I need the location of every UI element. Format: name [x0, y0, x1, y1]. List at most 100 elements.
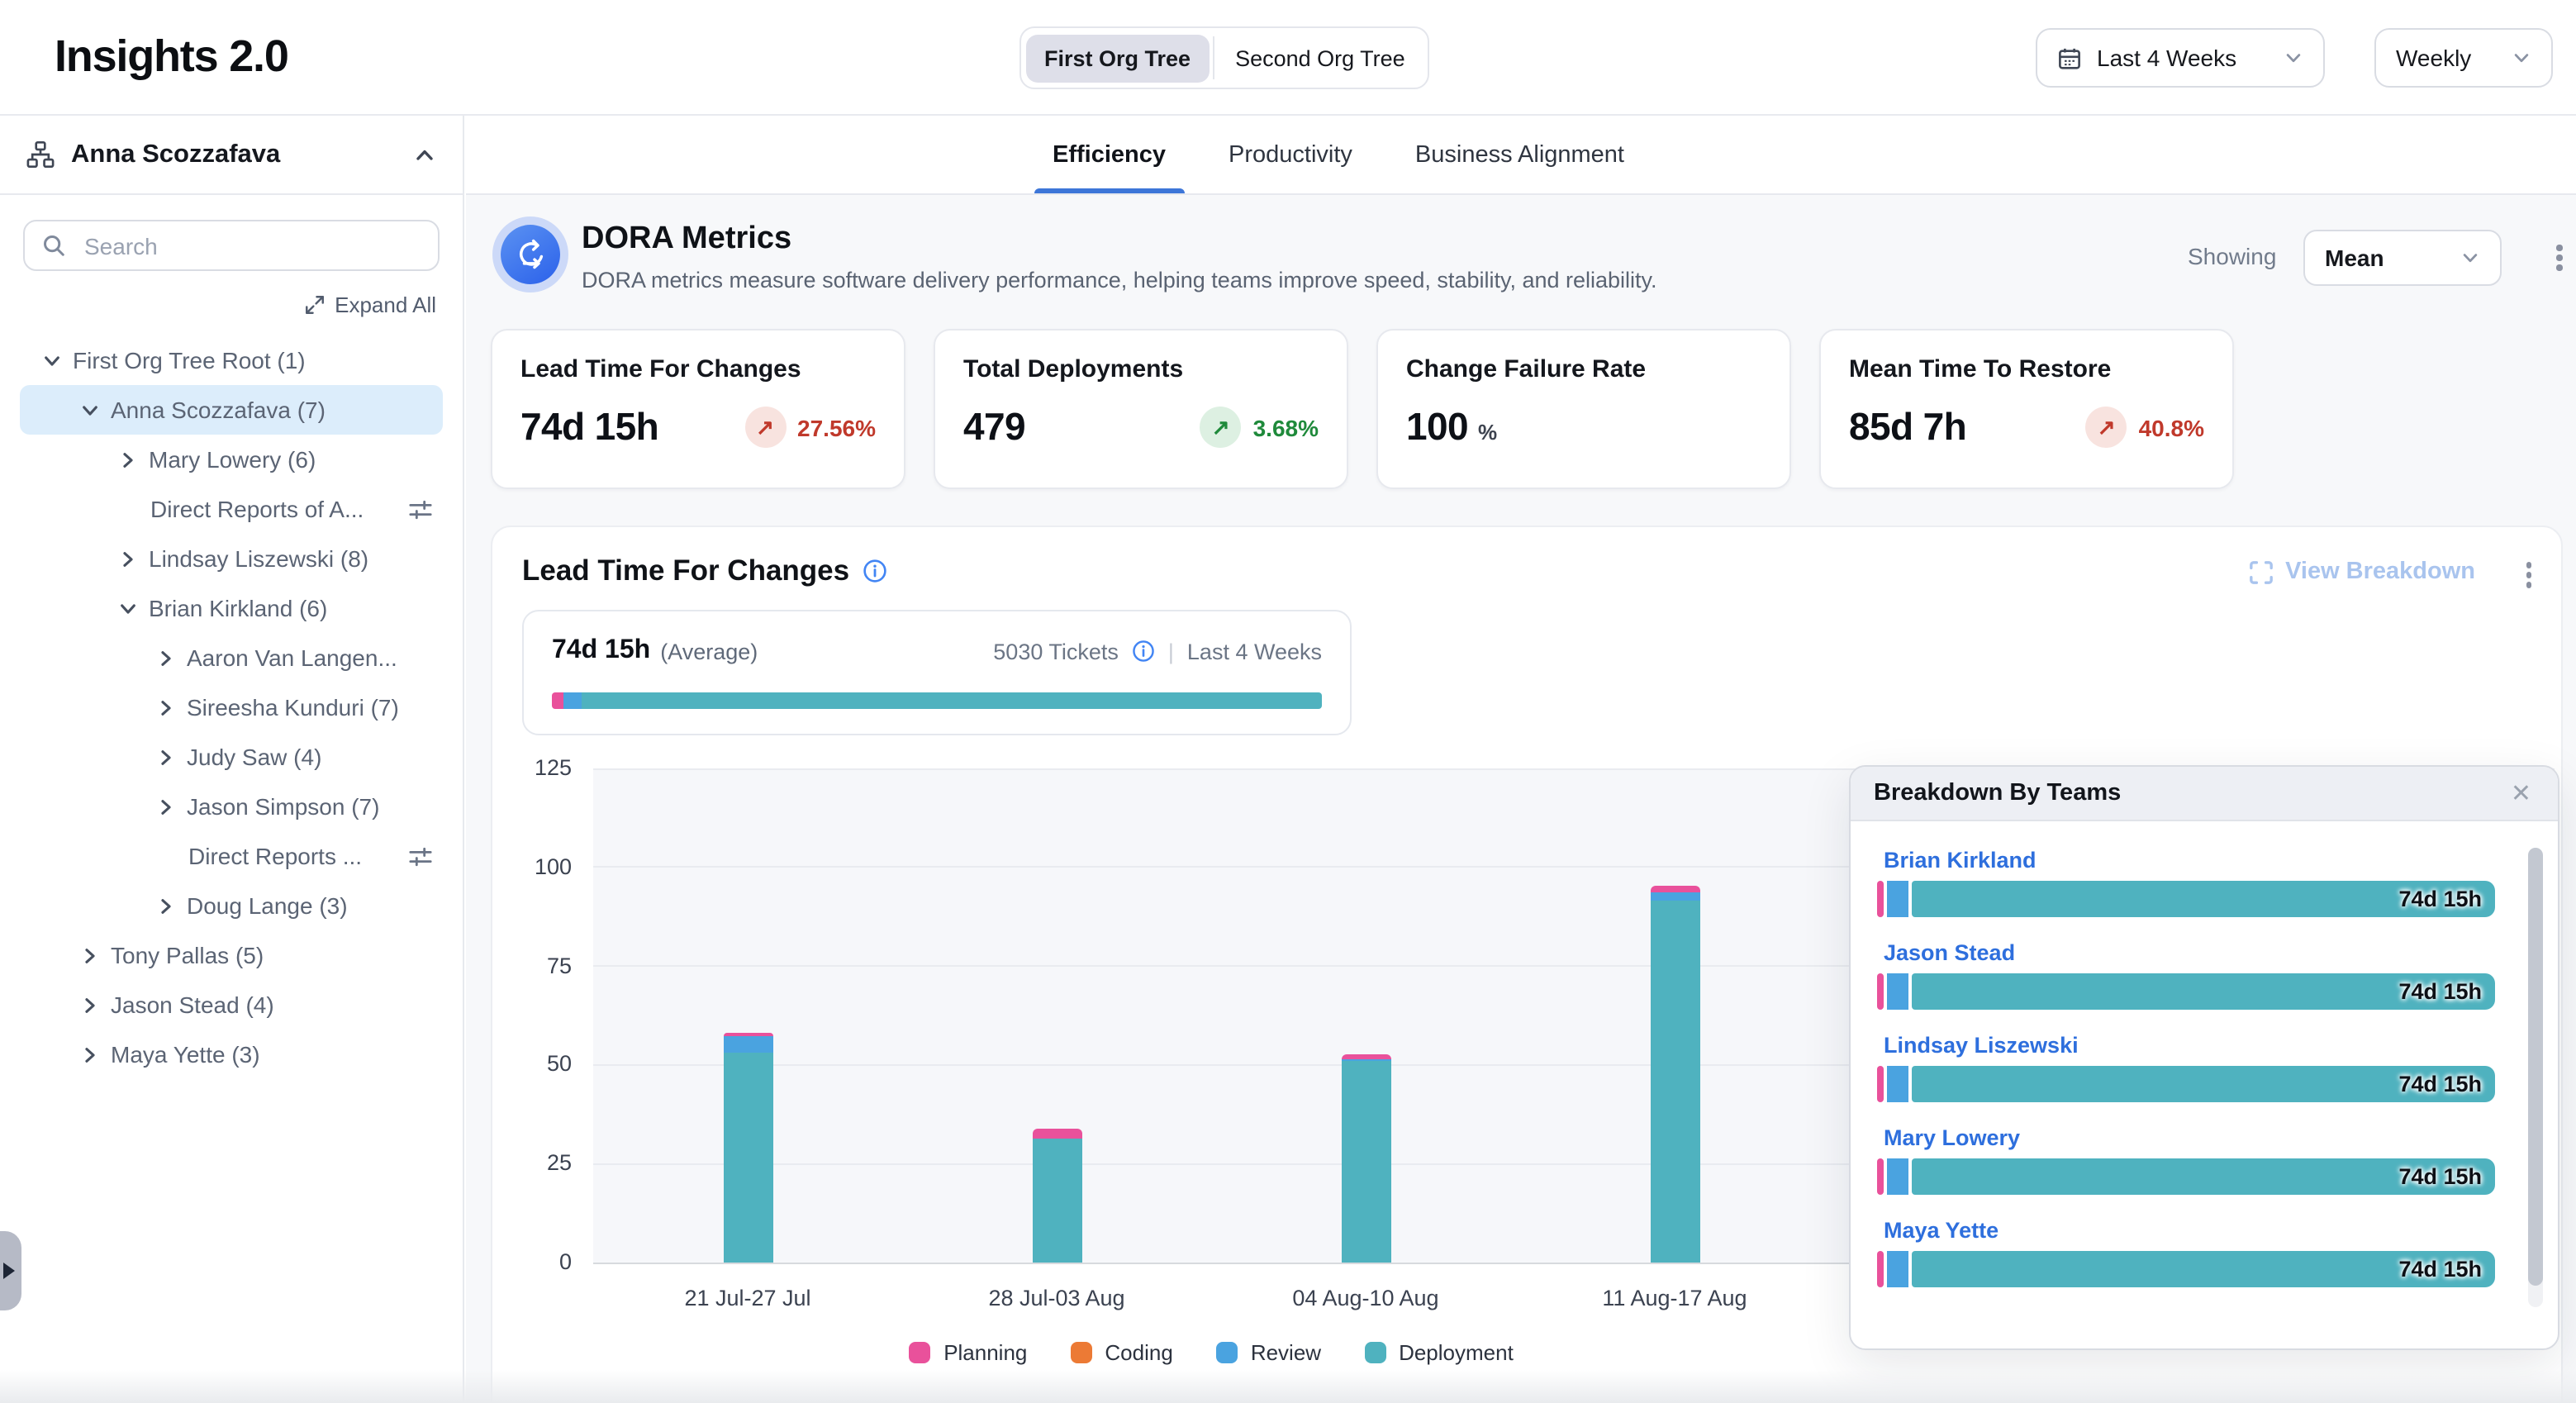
chevron-right-icon[interactable]	[155, 796, 177, 817]
bar-segment-deployment	[1032, 1138, 1081, 1263]
team-name-link[interactable]: Mary Lowery	[1884, 1125, 2495, 1150]
team-stacked-bar: 74d 15h	[1877, 1251, 2495, 1287]
search-icon	[41, 233, 66, 258]
expand-all-icon	[303, 294, 325, 316]
chevron-right-icon[interactable]	[155, 895, 177, 916]
metric-card-title: Lead Time For Changes	[520, 355, 876, 383]
tree-item[interactable]: Aaron Van Langen...	[20, 633, 443, 682]
tree-item-label: First Org Tree Root (1)	[73, 347, 306, 373]
tab-productivity[interactable]: Productivity	[1225, 116, 1356, 193]
chevron-down-icon[interactable]	[79, 399, 101, 421]
legend-swatch	[1070, 1342, 1091, 1363]
org-tree-option[interactable]: First Org Tree	[1026, 34, 1209, 82]
tree-item[interactable]: Jason Simpson (7)	[20, 782, 443, 831]
tree-item[interactable]: Direct Reports of A...	[20, 484, 443, 534]
chevron-down-icon[interactable]	[41, 350, 63, 371]
filters-icon[interactable]	[408, 497, 433, 521]
team-bar-segment-review	[1887, 1066, 1908, 1102]
chevron-right-icon[interactable]	[117, 548, 139, 569]
tree-item-label: Tony Pallas (5)	[111, 942, 264, 968]
close-icon[interactable]: ✕	[2507, 778, 2535, 809]
team-bar-segment-deployment: 74d 15h	[1912, 1251, 2495, 1287]
tab-business-alignment[interactable]: Business Alignment	[1412, 116, 1628, 193]
chevron-right-icon[interactable]	[117, 449, 139, 470]
summary-tickets: 5030 Tickets	[993, 639, 1119, 663]
info-icon[interactable]	[1132, 640, 1155, 663]
chevron-right-icon[interactable]	[155, 746, 177, 768]
tree-item[interactable]: Jason Stead (4)	[20, 980, 443, 1030]
showing-mode-select[interactable]: Mean	[2303, 230, 2502, 286]
bar-segment-review	[723, 1036, 772, 1053]
metric-card: Total Deployments479↗3.68%	[934, 329, 1348, 489]
team-bar-segment-planning	[1877, 1251, 1884, 1287]
tab-efficiency[interactable]: Efficiency	[1049, 116, 1169, 193]
legend-swatch	[1364, 1342, 1385, 1363]
org-tree-option[interactable]: Second Org Tree	[1217, 34, 1423, 82]
tree-item[interactable]: Brian Kirkland (6)	[20, 583, 443, 633]
team-stacked-bar: 74d 15h	[1877, 973, 2495, 1010]
tree-item[interactable]: Maya Yette (3)	[20, 1030, 443, 1079]
tree-item[interactable]: Doug Lange (3)	[20, 881, 443, 930]
tree-item[interactable]: Direct Reports ...	[20, 831, 443, 881]
expand-all-button[interactable]: Expand All	[26, 292, 436, 317]
team-name-link[interactable]: Jason Stead	[1884, 940, 2495, 965]
tree-item[interactable]: Anna Scozzafava (7)	[20, 385, 443, 435]
team-name-link[interactable]: Brian Kirkland	[1884, 848, 2495, 873]
sidebar-search	[23, 220, 440, 271]
chevron-down-icon[interactable]	[117, 597, 139, 619]
breakdown-panel-body: Brian Kirkland 74d 15h Jason Stead 74d 15h L…	[1851, 821, 2558, 1348]
legend-label: Deployment	[1399, 1340, 1514, 1365]
tree-item-label: Doug Lange (3)	[187, 892, 348, 919]
org-sidebar: Anna Scozzafava Expand All First Org Tre…	[0, 116, 464, 1403]
metric-delta: ↗27.56%	[744, 407, 876, 448]
team-stacked-bar: 74d 15h	[1877, 1158, 2495, 1195]
view-breakdown-button[interactable]: View Breakdown	[2249, 559, 2475, 585]
info-icon[interactable]	[863, 559, 887, 583]
y-axis-tick-label: 50	[509, 1051, 572, 1076]
breakdown-panel-title: Breakdown By Teams	[1874, 780, 2121, 806]
triangle-right-icon	[3, 1263, 15, 1279]
sidebar-collapse-handle[interactable]	[0, 1231, 21, 1310]
dora-kebab-menu-icon[interactable]	[2550, 238, 2569, 277]
dora-metrics-icon	[501, 225, 560, 284]
chevron-right-icon[interactable]	[79, 944, 101, 966]
date-range-value: Last 4 Weeks	[2097, 45, 2236, 71]
tree-item-label: Direct Reports ...	[188, 843, 362, 869]
date-range-select[interactable]: Last 4 Weeks	[2036, 28, 2325, 88]
scrollbar-thumb[interactable]	[2528, 848, 2543, 1286]
team-value: 74d 15h	[2398, 1257, 2482, 1282]
team-bar-segment-review	[1887, 1158, 1908, 1195]
tree-item[interactable]: Lindsay Liszewski (8)	[20, 534, 443, 583]
filters-icon[interactable]	[408, 844, 433, 868]
metric-card: Change Failure Rate100%	[1376, 329, 1791, 489]
chevron-right-icon[interactable]	[79, 994, 101, 1015]
x-axis: 21 Jul-27 Jul28 Jul-03 Aug04 Aug-10 Aug1…	[593, 1286, 1829, 1310]
tree-item-label: Jason Stead (4)	[111, 992, 274, 1018]
tree-item[interactable]: Mary Lowery (6)	[20, 435, 443, 484]
lead-time-header: Lead Time For Changes	[522, 554, 887, 588]
tree-item[interactable]: Sireesha Kunduri (7)	[20, 682, 443, 732]
trend-up-icon: ↗	[744, 407, 786, 448]
chevron-up-icon[interactable]	[413, 143, 436, 166]
breakdown-panel-header: Breakdown By Teams ✕	[1851, 767, 2558, 821]
chevron-down-icon	[2284, 48, 2303, 68]
chevron-right-icon[interactable]	[155, 647, 177, 668]
tree-item-label: Direct Reports of A...	[150, 496, 364, 522]
chevron-right-icon[interactable]	[79, 1044, 101, 1065]
granularity-select[interactable]: Weekly	[2374, 28, 2553, 88]
tree-item-label: Mary Lowery (6)	[149, 446, 316, 473]
search-input[interactable]	[81, 231, 421, 260]
tree-item[interactable]: First Org Tree Root (1)	[20, 335, 443, 385]
summary-separator: |	[1168, 639, 1174, 663]
summary-row: 74d 15h (Average) 5030 Tickets | Last 4 …	[552, 636, 1322, 666]
x-axis-tick-label: 21 Jul-27 Jul	[593, 1286, 902, 1310]
tree-item[interactable]: Tony Pallas (5)	[20, 930, 443, 980]
tree-item[interactable]: Judy Saw (4)	[20, 732, 443, 782]
chart-kebab-menu-icon[interactable]	[2519, 555, 2538, 594]
team-name-link[interactable]: Maya Yette	[1884, 1218, 2495, 1243]
team-stacked-bar: 74d 15h	[1877, 881, 2495, 917]
chevron-down-icon	[2460, 248, 2480, 268]
tree-item-label: Aaron Van Langen...	[187, 644, 397, 671]
chevron-right-icon[interactable]	[155, 697, 177, 718]
team-name-link[interactable]: Lindsay Liszewski	[1884, 1033, 2495, 1058]
